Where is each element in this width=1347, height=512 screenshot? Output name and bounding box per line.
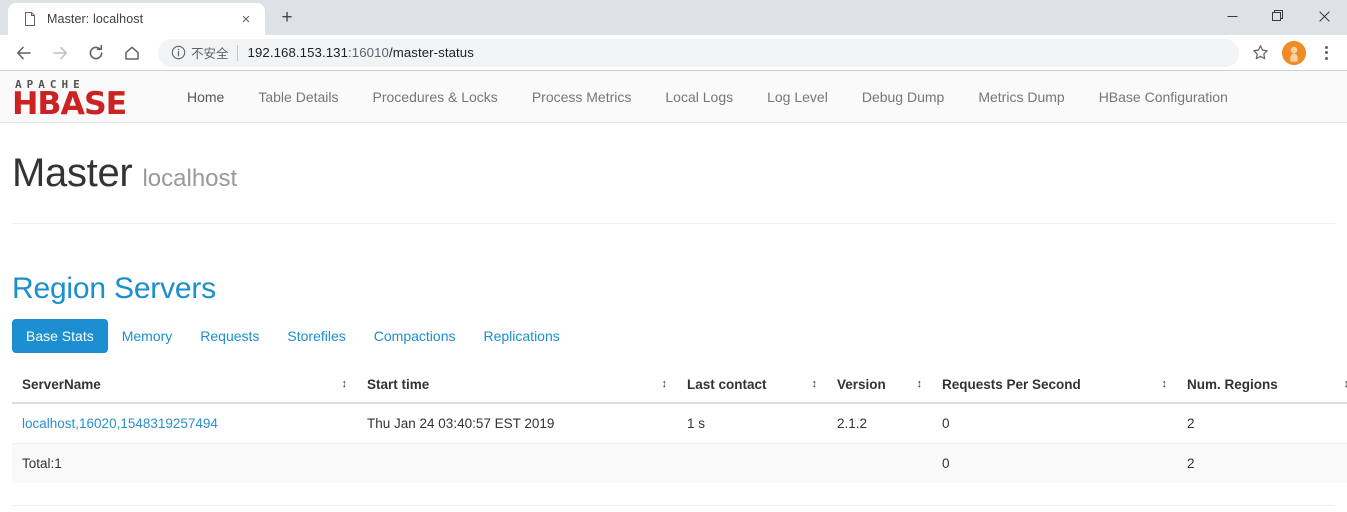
- home-icon[interactable]: [116, 37, 148, 69]
- forward-arrow-icon[interactable]: [44, 37, 76, 69]
- cell-servername: localhost,16020,1548319257494: [12, 402, 357, 444]
- nav-link-debug-dump[interactable]: Debug Dump: [845, 71, 962, 123]
- nav-link-table-details[interactable]: Table Details: [241, 71, 355, 123]
- three-dot-menu-icon[interactable]: [1313, 38, 1339, 68]
- url-port: :16010: [348, 45, 389, 60]
- page-title: Master localhost: [12, 151, 1335, 195]
- tab-requests[interactable]: Requests: [186, 319, 273, 353]
- column-header-servername[interactable]: ServerName ↕: [12, 369, 357, 404]
- region-servers-table: ServerName ↕ Start time ↕ Last contact ↕ Ve…: [12, 369, 1347, 483]
- column-label-servername: ServerName: [22, 377, 101, 392]
- cell-num-regions: 2: [1177, 402, 1347, 444]
- column-label-requests-per-second: Requests Per Second: [942, 377, 1081, 392]
- tab-strip: Master: localhost × +: [0, 0, 1347, 35]
- tab-close-icon[interactable]: ×: [237, 10, 255, 28]
- nav-link-home[interactable]: Home: [170, 71, 241, 123]
- column-header-version[interactable]: Version ↕: [827, 369, 932, 404]
- window-controls: [1209, 0, 1347, 32]
- table-bottom-border: [12, 505, 1335, 506]
- page-header: Master localhost: [12, 123, 1335, 209]
- region-server-link[interactable]: localhost,16020,1548319257494: [22, 416, 218, 431]
- nav-link-hbase-configuration[interactable]: HBase Configuration: [1082, 71, 1245, 123]
- page-content: APACHE HBASE Home Table Details Procedur…: [0, 71, 1347, 506]
- column-label-last-contact: Last contact: [687, 377, 767, 392]
- table-total-row: Total:1 0 2: [12, 443, 1347, 483]
- tab-memory[interactable]: Memory: [108, 319, 187, 353]
- address-bar-url: 192.168.153.131:16010/master-status: [248, 45, 474, 60]
- url-host: 192.168.153.131: [247, 45, 349, 60]
- hbase-navbar: APACHE HBASE Home Table Details Procedur…: [0, 71, 1347, 123]
- region-servers-heading: Region Servers: [12, 272, 216, 305]
- nav-link-procedures-locks[interactable]: Procedures & Locks: [356, 71, 515, 123]
- window-close-button[interactable]: [1301, 0, 1347, 32]
- cell-total-label: Total:1: [12, 443, 357, 483]
- cell-total-start-time: [357, 443, 677, 483]
- tab-title: Master: localhost: [47, 12, 144, 26]
- column-header-num-regions[interactable]: Num. Regions ↕: [1177, 369, 1347, 404]
- star-icon[interactable]: [1245, 38, 1275, 68]
- sort-icon[interactable]: ↕: [1162, 379, 1168, 390]
- column-label-version: Version: [837, 377, 886, 392]
- page-container: Master localhost Region Servers Base Stat…: [0, 123, 1347, 506]
- browser-chrome: Master: localhost × + 不安全 192.168.153.13…: [0, 0, 1347, 71]
- table-head: ServerName ↕ Start time ↕ Last contact ↕ Ve…: [12, 369, 1347, 404]
- sort-icon[interactable]: ↕: [812, 379, 818, 390]
- sort-icon[interactable]: ↕: [662, 379, 668, 390]
- page-subtitle: localhost: [142, 165, 238, 192]
- cell-total-version: [827, 443, 932, 483]
- region-servers-tabs: Base Stats Memory Requests Storefiles Co…: [12, 319, 1335, 353]
- tab-replications[interactable]: Replications: [469, 319, 573, 353]
- cell-start-time: Thu Jan 24 03:40:57 EST 2019: [357, 402, 677, 444]
- tab-storefiles[interactable]: Storefiles: [273, 319, 359, 353]
- page-icon: [22, 11, 38, 27]
- info-circle-icon[interactable]: [170, 45, 186, 61]
- url-path: /master-status: [388, 45, 474, 60]
- tab-compactions[interactable]: Compactions: [360, 319, 470, 353]
- cell-version: 2.1.2: [827, 402, 932, 444]
- nav-link-process-metrics[interactable]: Process Metrics: [515, 71, 649, 123]
- nav-link-metrics-dump[interactable]: Metrics Dump: [961, 71, 1081, 123]
- table-header-row: ServerName ↕ Start time ↕ Last contact ↕ Ve…: [12, 369, 1347, 404]
- nav-link-local-logs[interactable]: Local Logs: [648, 71, 750, 123]
- security-status-label: 不安全: [191, 47, 229, 61]
- back-arrow-icon[interactable]: [8, 37, 40, 69]
- cell-total-last-contact: [677, 443, 827, 483]
- column-header-start-time[interactable]: Start time ↕: [357, 369, 677, 404]
- sort-icon[interactable]: ↕: [1344, 379, 1347, 390]
- cell-last-contact: 1 s: [677, 402, 827, 444]
- table-body: localhost,16020,1548319257494 Thu Jan 24…: [12, 402, 1347, 483]
- table-row: localhost,16020,1548319257494 Thu Jan 24…: [12, 402, 1347, 444]
- cell-total-num-regions: 2: [1177, 443, 1347, 483]
- tab-base-stats[interactable]: Base Stats: [12, 319, 108, 353]
- hbase-logo[interactable]: APACHE HBASE: [12, 75, 152, 119]
- header-divider: [12, 223, 1335, 224]
- browser-toolbar: 不安全 192.168.153.131:16010/master-status: [0, 35, 1347, 71]
- svg-text:HBASE: HBASE: [12, 86, 126, 119]
- hbase-nav-links: Home Table Details Procedures & Locks Pr…: [170, 71, 1245, 122]
- address-bar[interactable]: 不安全 192.168.153.131:16010/master-status: [158, 38, 1239, 67]
- page-title-text: Master: [12, 151, 133, 195]
- reload-icon[interactable]: [80, 37, 112, 69]
- window-minimize-button[interactable]: [1209, 0, 1255, 32]
- sort-icon[interactable]: ↕: [917, 379, 923, 390]
- column-label-start-time: Start time: [367, 377, 430, 392]
- nav-link-log-level[interactable]: Log Level: [750, 71, 845, 123]
- window-maximize-button[interactable]: [1255, 0, 1301, 32]
- sort-icon[interactable]: ↕: [342, 379, 348, 390]
- cell-requests-per-second: 0: [932, 402, 1177, 444]
- column-label-num-regions: Num. Regions: [1187, 377, 1278, 392]
- profile-avatar-icon[interactable]: [1282, 40, 1306, 65]
- toolbar-right-actions: [1245, 38, 1339, 68]
- browser-tab[interactable]: Master: localhost ×: [8, 3, 265, 35]
- column-header-last-contact[interactable]: Last contact ↕: [677, 369, 827, 404]
- address-bar-divider: [236, 44, 238, 61]
- cell-total-requests-per-second: 0: [932, 443, 1177, 483]
- new-tab-button[interactable]: +: [273, 4, 301, 32]
- column-header-requests-per-second[interactable]: Requests Per Second ↕: [932, 369, 1177, 404]
